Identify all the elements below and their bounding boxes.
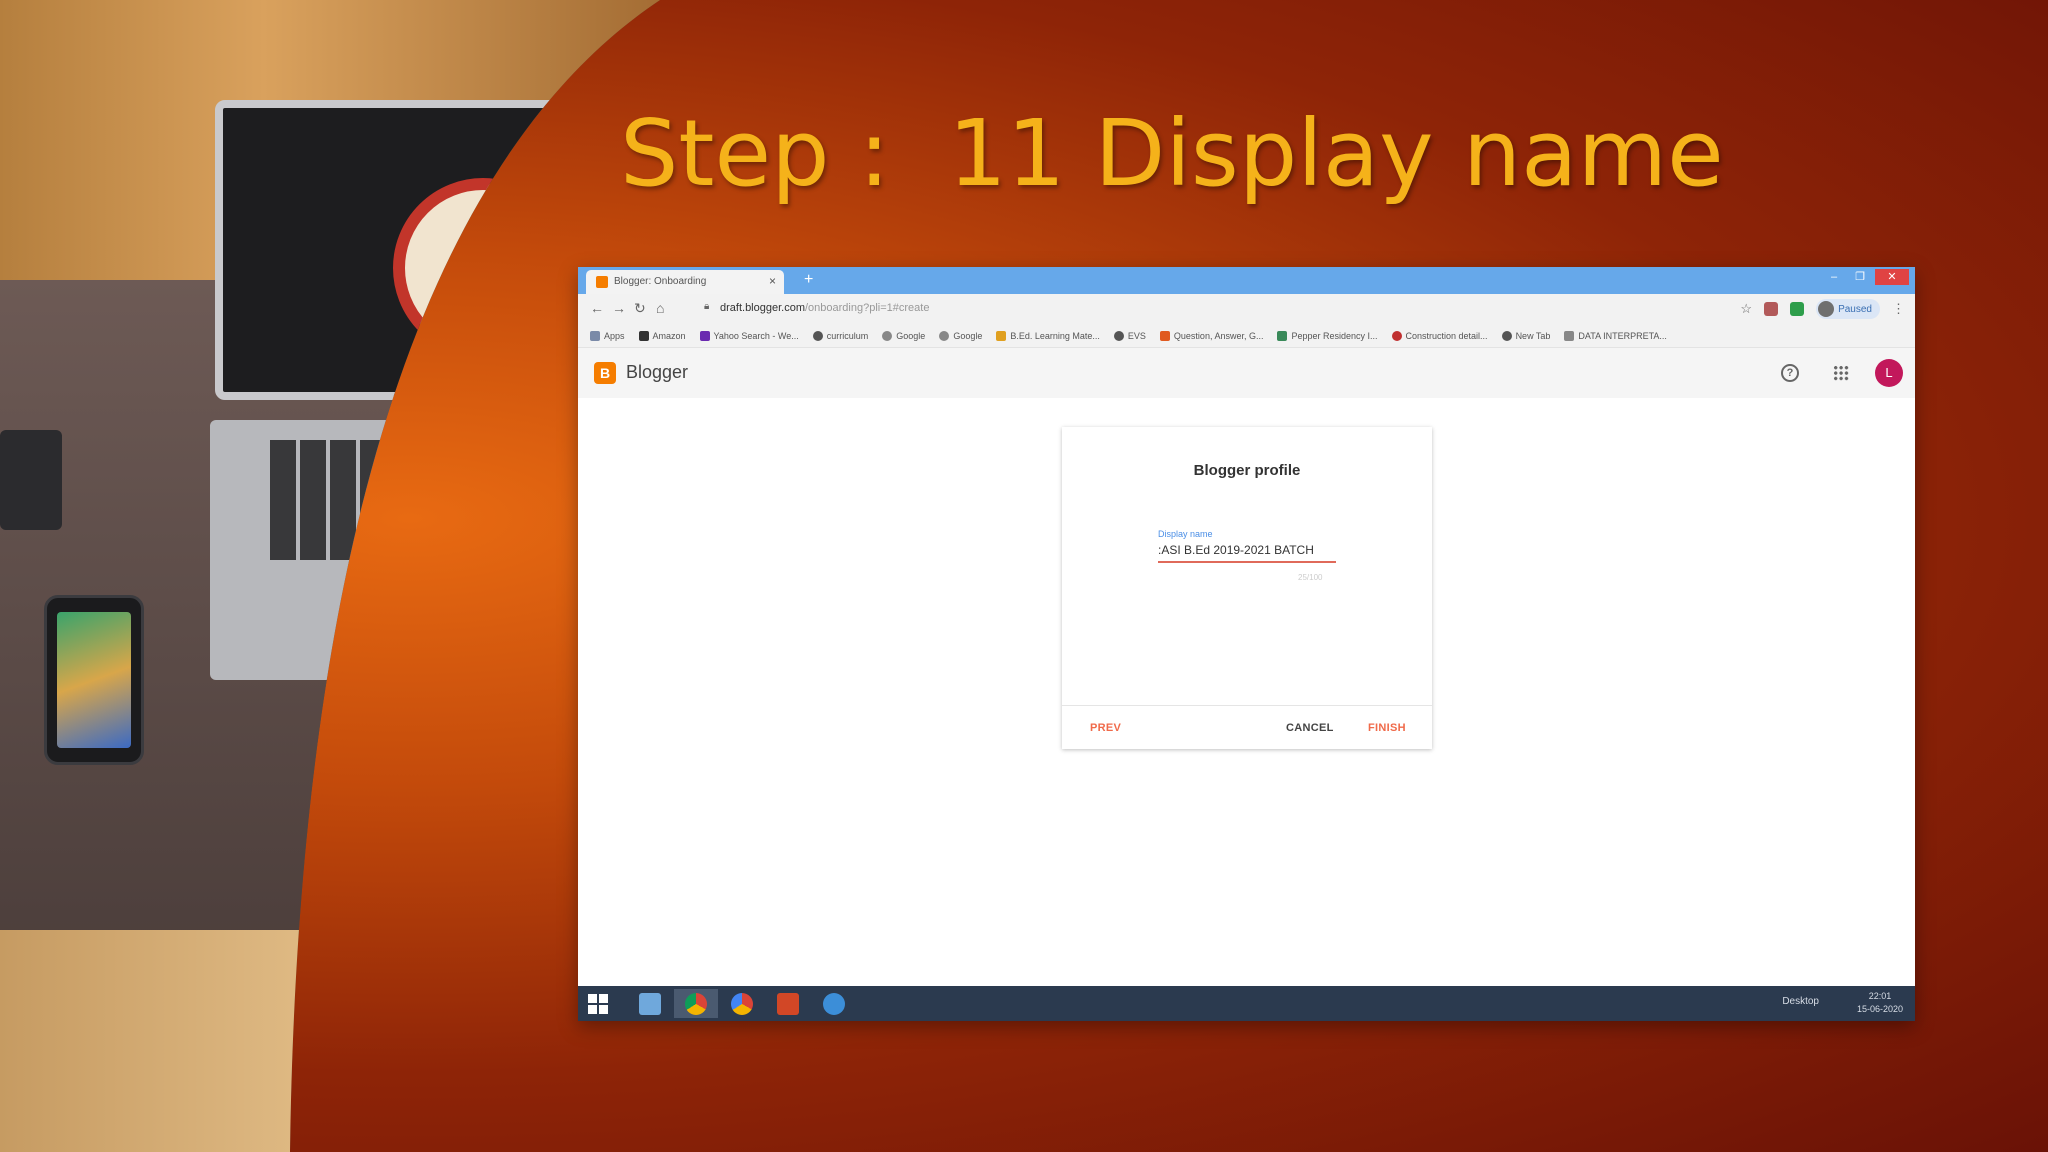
clock-date: 15-06-2020 — [1856, 1004, 1903, 1014]
powerpoint-icon — [777, 992, 799, 1015]
taskbar-app[interactable] — [812, 989, 856, 1018]
profile-avatar-icon — [1818, 301, 1835, 317]
blogger-logo-icon[interactable]: B — [594, 362, 616, 384]
help-icon[interactable]: ? — [1781, 364, 1799, 382]
close-window-button[interactable]: ✕ — [1875, 269, 1909, 285]
bookmark-item[interactable]: New Tab — [1501, 330, 1550, 341]
bookmark-item[interactable]: Pepper Residency I... — [1277, 330, 1378, 341]
new-tab-button[interactable]: + — [804, 271, 813, 289]
toolbar-right: ☆ Paused ⋮ — [1740, 299, 1905, 319]
browser-menu-icon[interactable]: ⋮ — [1892, 301, 1905, 317]
address-bar[interactable]: 🔒︎ draft.blogger.com/onboarding?pli=1#cr… — [702, 299, 1762, 319]
browser-screenshot: Blogger: Onboarding × + – ❐ ✕ ← → ↻ ⌂ 🔒︎… — [578, 267, 1915, 1021]
lock-icon: 🔒︎ — [704, 301, 710, 312]
bookmark-item[interactable]: Yahoo Search - We... — [699, 330, 799, 341]
tab-title: Blogger: Onboarding — [614, 276, 707, 287]
extension-icon[interactable] — [1790, 302, 1805, 316]
window-controls: – ❐ ✕ — [1823, 269, 1909, 285]
reload-icon[interactable]: ↻ — [634, 300, 646, 317]
character-counter: 25/100 — [1298, 573, 1323, 582]
app-name: Blogger — [626, 362, 689, 382]
globe-icon — [823, 992, 845, 1015]
taskbar-chrome[interactable] — [674, 989, 718, 1018]
browser-toolbar: ← → ↻ ⌂ 🔒︎ draft.blogger.com/onboarding?… — [578, 294, 1915, 324]
taskbar-file-explorer[interactable] — [628, 989, 672, 1018]
clock-time: 22:01 — [1868, 991, 1892, 1001]
windows-taskbar: Desktop 22:01 15-06-2020 — [578, 986, 1915, 1021]
display-name-label: Display name — [1158, 529, 1213, 539]
profile-chip[interactable]: Paused — [1816, 299, 1880, 319]
profile-status: Paused — [1838, 303, 1872, 315]
bookmark-item[interactable]: Google — [939, 330, 982, 341]
desktop-toolbar-label[interactable]: Desktop — [1782, 996, 1819, 1007]
slide-title: Step : 11 Display name — [620, 100, 1724, 207]
display-name-value: :ASI B.Ed 2019-2021 BATCH — [1158, 543, 1314, 557]
blogger-favicon-icon — [596, 276, 608, 288]
maximize-button[interactable]: ❐ — [1849, 269, 1871, 285]
dialog-title: Blogger profile — [1193, 462, 1301, 479]
apps-grid-icon[interactable] — [1833, 365, 1849, 381]
cancel-button[interactable]: CANCEL — [1286, 722, 1334, 734]
bookmark-item[interactable]: curriculum — [812, 330, 868, 341]
tab-blogger-onboarding[interactable]: Blogger: Onboarding × — [586, 270, 784, 294]
bookmarks-bar: Apps Amazon Yahoo Search - We... curricu… — [578, 324, 1915, 348]
bookmark-item[interactable]: Apps — [590, 330, 625, 341]
bookmark-item[interactable]: EVS — [1113, 330, 1146, 341]
dialog-actions: PREV CANCEL FINISH — [1062, 705, 1432, 749]
bookmark-item[interactable]: Construction detail... — [1391, 330, 1488, 341]
photo-device — [0, 430, 62, 530]
blogger-header: B Blogger ? L — [578, 348, 1915, 398]
forward-arrow-icon[interactable]: → — [612, 300, 626, 316]
bookmark-item[interactable]: B.Ed. Learning Mate... — [996, 330, 1100, 341]
chrome-icon — [685, 992, 707, 1015]
bookmark-item[interactable]: Amazon — [638, 330, 686, 341]
prev-button[interactable]: PREV — [1090, 722, 1121, 734]
bookmark-item[interactable]: DATA INTERPRETA... — [1564, 330, 1667, 341]
minimize-button[interactable]: – — [1823, 269, 1845, 285]
bookmark-item[interactable]: Question, Answer, G... — [1159, 330, 1263, 341]
taskbar-powerpoint[interactable] — [766, 989, 810, 1018]
file-explorer-icon — [639, 992, 661, 1015]
tab-bar: Blogger: Onboarding × + – ❐ ✕ — [578, 267, 1915, 294]
windows-start-icon[interactable] — [588, 994, 608, 1014]
back-arrow-icon[interactable]: ← — [590, 300, 604, 316]
avatar[interactable]: L — [1875, 359, 1903, 387]
url-path: /onboarding?pli=1#create — [805, 302, 930, 314]
profile-dialog: Blogger profile Display name :ASI B.Ed 2… — [1062, 427, 1432, 749]
tab-close-icon[interactable]: × — [769, 274, 776, 288]
home-icon[interactable]: ⌂ — [656, 300, 664, 316]
bookmark-star-icon[interactable]: ☆ — [1740, 301, 1752, 317]
chrome-icon — [731, 992, 753, 1015]
finish-button[interactable]: FINISH — [1368, 722, 1406, 734]
extension-icon[interactable] — [1764, 302, 1779, 316]
display-name-field[interactable]: :ASI B.Ed 2019-2021 BATCH — [1158, 543, 1336, 563]
bookmark-item[interactable]: Google — [882, 330, 925, 341]
main-content: Blogger profile Display name :ASI B.Ed 2… — [578, 398, 1915, 988]
system-clock[interactable]: 22:01 15-06-2020 — [1857, 990, 1903, 1016]
taskbar-chrome-2[interactable] — [720, 989, 764, 1018]
photo-phone — [44, 595, 144, 765]
url-host: draft.blogger.com — [720, 302, 805, 314]
